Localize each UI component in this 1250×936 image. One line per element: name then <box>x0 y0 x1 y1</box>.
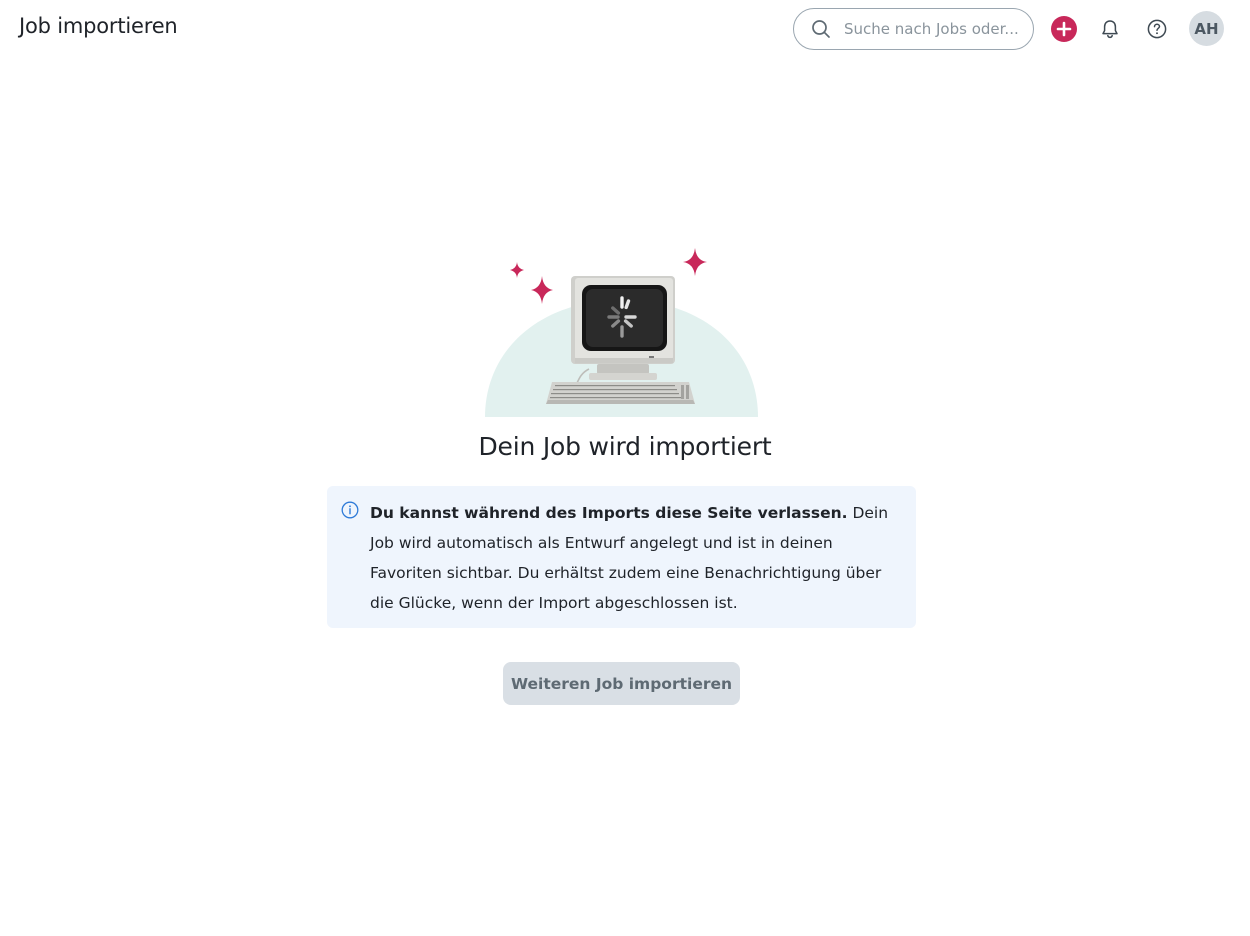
import-status-heading: Dein Job wird importiert <box>478 432 772 461</box>
user-avatar[interactable]: AH <box>1189 11 1224 46</box>
info-icon <box>341 501 359 519</box>
info-message: Du kannst während des Imports diese Seit… <box>370 498 902 618</box>
question-circle-icon <box>1147 19 1167 39</box>
import-another-job-button[interactable]: Weiteren Job importieren <box>503 662 740 705</box>
page-title: Job importieren <box>19 14 178 38</box>
search-icon <box>810 18 832 40</box>
notifications-button[interactable] <box>1093 12 1127 46</box>
info-box: Du kannst während des Imports diese Seit… <box>327 486 916 628</box>
search-bar[interactable] <box>793 8 1034 50</box>
top-bar: Job importieren AH <box>0 0 1250 58</box>
bell-icon <box>1102 20 1118 39</box>
computer-loading-illustration <box>485 248 758 417</box>
help-button[interactable] <box>1140 12 1174 46</box>
add-button[interactable] <box>1047 12 1081 46</box>
plus-circle-icon <box>1051 16 1077 42</box>
search-input[interactable] <box>844 20 1024 38</box>
info-message-bold: Du kannst während des Imports diese Seit… <box>370 504 848 522</box>
